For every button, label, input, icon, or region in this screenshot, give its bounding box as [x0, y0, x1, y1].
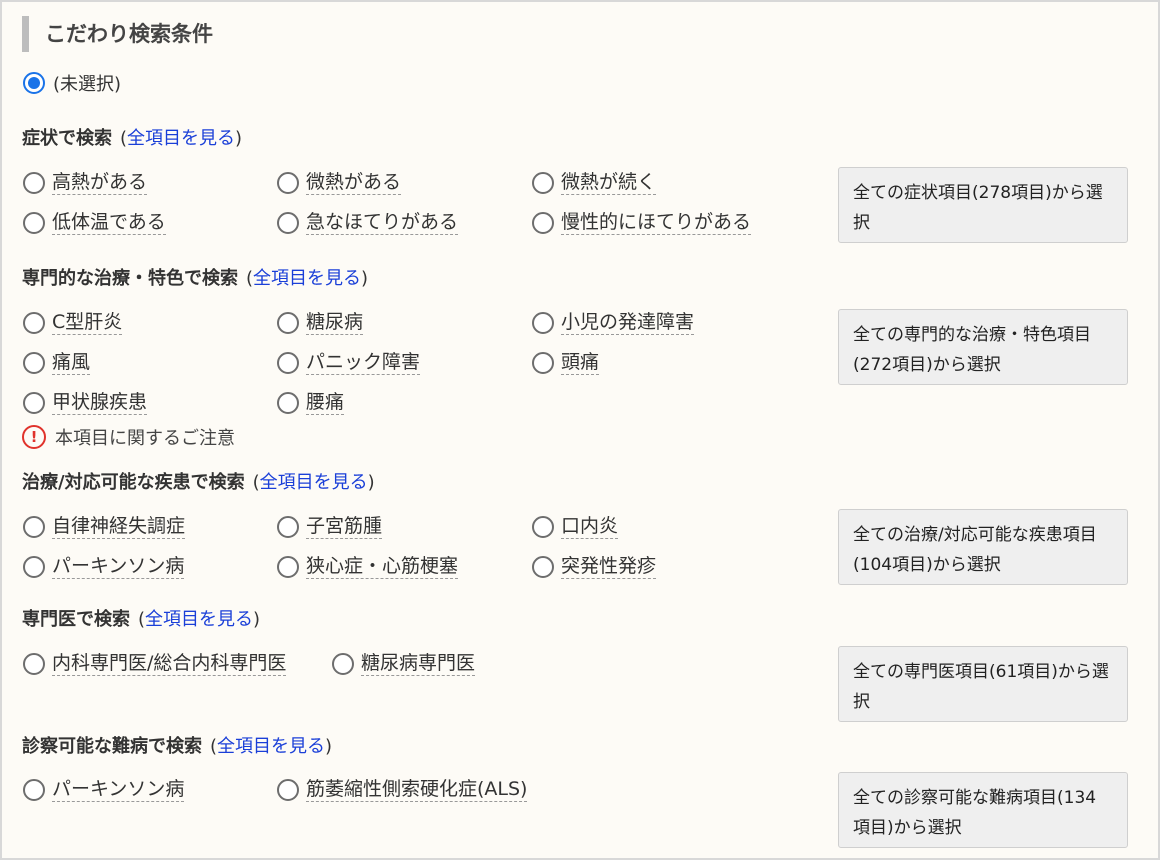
all-intractable-button[interactable]: 全ての診察可能な難病項目(134項目)から選択	[838, 772, 1128, 848]
section-heading-symptoms: 症状で検索 (全項目を見る)	[22, 124, 242, 150]
radio-icon[interactable]	[277, 311, 299, 334]
option-treatment[interactable]: 痛風	[23, 350, 91, 375]
radio-icon[interactable]	[23, 515, 45, 538]
see-all-link-symptoms[interactable]: 全項目を見る	[127, 128, 235, 149]
section-title: 症状で検索	[22, 128, 112, 149]
section-title: 専門的な治療・特色で検索	[22, 268, 238, 289]
radio-icon[interactable]	[23, 652, 45, 675]
radio-icon[interactable]	[277, 171, 299, 194]
radio-icon[interactable]	[532, 515, 554, 538]
option-specialist[interactable]: 糖尿病専門医	[332, 651, 476, 676]
all-diseases-button[interactable]: 全ての治療/対応可能な疾患項目(104項目)から選択	[838, 509, 1128, 585]
radio-icon[interactable]	[532, 351, 554, 374]
radio-icon[interactable]	[277, 351, 299, 374]
option-symptom[interactable]: 微熱がある	[277, 170, 402, 195]
radio-icon[interactable]	[23, 311, 45, 334]
all-treatments-button[interactable]: 全ての専門的な治療・特色項目(272項目)から選択	[838, 309, 1128, 385]
option-symptom[interactable]: 低体温である	[23, 210, 166, 235]
option-treatment[interactable]: 糖尿病	[277, 310, 364, 335]
option-treatment[interactable]: 甲状腺疾患	[23, 390, 148, 415]
option-treatment[interactable]: 頭痛	[532, 350, 600, 375]
option-symptom[interactable]: 高熱がある	[23, 170, 148, 195]
section-heading-intractable: 診察可能な難病で検索 (全項目を見る)	[22, 732, 332, 758]
radio-icon[interactable]	[23, 171, 45, 194]
radio-icon[interactable]	[532, 171, 554, 194]
option-specialist[interactable]: 内科専門医/総合内科専門医	[23, 651, 287, 676]
radio-icon[interactable]	[23, 211, 45, 234]
option-treatment[interactable]: 腰痛	[277, 390, 345, 415]
option-treatment[interactable]: パニック障害	[277, 350, 421, 375]
radio-icon[interactable]	[532, 311, 554, 334]
radio-icon[interactable]	[332, 652, 354, 675]
option-symptom[interactable]: 微熱が続く	[532, 170, 657, 195]
section-title: 専門医で検索	[22, 609, 130, 630]
page-title: こだわり検索条件	[22, 16, 213, 52]
warning-icon: !	[22, 425, 46, 449]
radio-icon[interactable]	[23, 351, 45, 374]
radio-icon[interactable]	[277, 515, 299, 538]
option-disease[interactable]: 自律神経失調症	[23, 514, 186, 539]
unselected-label: (未選択)	[53, 74, 122, 95]
option-treatment[interactable]: C型肝炎	[23, 310, 123, 335]
option-intractable[interactable]: パーキンソン病	[23, 777, 185, 802]
notice-link[interactable]: ! 本項目に関するご注意	[22, 424, 235, 450]
option-disease[interactable]: 突発性発疹	[532, 554, 657, 579]
radio-icon[interactable]	[23, 778, 45, 801]
option-symptom[interactable]: 慢性的にほてりがある	[532, 210, 752, 235]
radio-icon[interactable]	[532, 555, 554, 578]
radio-icon[interactable]	[277, 555, 299, 578]
all-symptoms-button[interactable]: 全ての症状項目(278項目)から選択	[838, 167, 1128, 243]
option-intractable[interactable]: 筋萎縮性側索硬化症(ALS)	[277, 777, 528, 802]
see-all-link-intractable[interactable]: 全項目を見る	[217, 736, 325, 757]
option-disease[interactable]: 口内炎	[532, 514, 619, 539]
unselected-option[interactable]: (未選択)	[23, 70, 121, 96]
all-specialists-button[interactable]: 全ての専門医項目(61項目)から選択	[838, 646, 1128, 722]
radio-icon[interactable]	[23, 555, 45, 578]
option-disease[interactable]: 狭心症・心筋梗塞	[277, 554, 459, 579]
see-all-link-diseases[interactable]: 全項目を見る	[260, 472, 368, 493]
section-heading-specialists: 専門医で検索 (全項目を見る)	[22, 605, 260, 631]
see-all-link-specialists[interactable]: 全項目を見る	[145, 609, 253, 630]
radio-icon[interactable]	[23, 391, 45, 414]
radio-icon[interactable]	[277, 211, 299, 234]
option-disease[interactable]: 子宮筋腫	[277, 514, 383, 539]
section-title: 治療/対応可能な疾患で検索	[22, 472, 245, 493]
radio-icon[interactable]	[532, 211, 554, 234]
section-title: 診察可能な難病で検索	[22, 736, 202, 757]
see-all-link-treatments[interactable]: 全項目を見る	[253, 268, 361, 289]
radio-selected-icon[interactable]	[23, 72, 45, 94]
option-symptom[interactable]: 急なほてりがある	[277, 210, 459, 235]
radio-icon[interactable]	[277, 391, 299, 414]
notice-text: 本項目に関するご注意	[55, 428, 235, 449]
option-treatment[interactable]: 小児の発達障害	[532, 310, 695, 335]
section-heading-diseases: 治療/対応可能な疾患で検索 (全項目を見る)	[22, 468, 375, 494]
section-heading-treatments: 専門的な治療・特色で検索 (全項目を見る)	[22, 264, 368, 290]
option-disease[interactable]: パーキンソン病	[23, 554, 185, 579]
radio-icon[interactable]	[277, 778, 299, 801]
